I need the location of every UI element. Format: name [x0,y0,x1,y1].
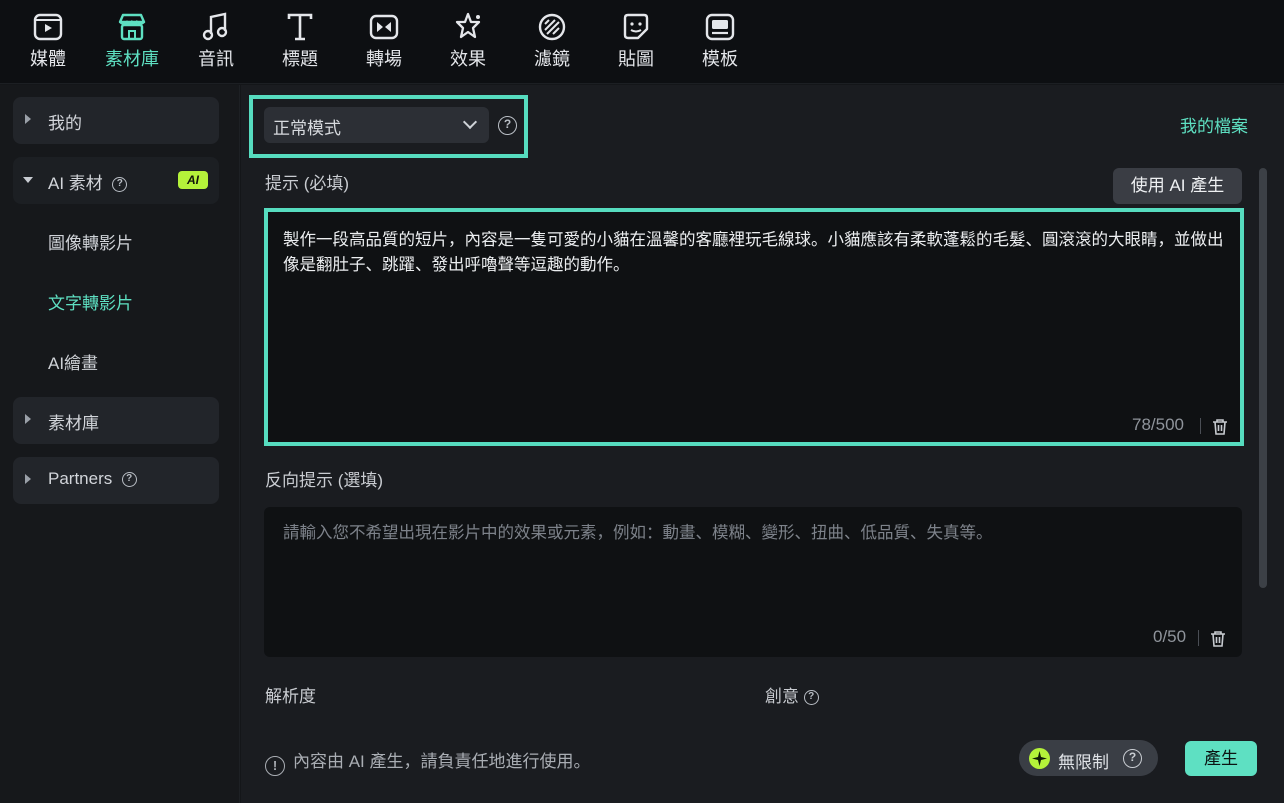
ai-generate-button[interactable]: 使用 AI 產生 [1113,168,1242,204]
mode-select[interactable]: 正常模式 [264,107,489,143]
sidebar-item-ai-assets[interactable]: AI 素材 ? AI [13,157,219,204]
unlimited-credits-button[interactable]: 無限制 ? [1019,740,1158,776]
sidebar-item-label: AI 素材 ? [48,169,128,194]
footer-note-text: 內容由 AI 產生，請負責任地進行使用。 [293,752,591,771]
help-icon[interactable]: ? [803,690,819,706]
my-files-link[interactable]: 我的檔案 [1180,112,1248,137]
filter-icon [538,13,566,41]
sidebar-item-label: Partners ? [48,469,137,489]
sidebar-item-label: 我的 [48,114,82,133]
trash-icon[interactable] [1212,418,1228,435]
sidebar-item-my[interactable]: 我的 [13,97,219,144]
unlimited-label: 無限制 [1058,753,1109,772]
sparkle-icon [1029,748,1050,769]
footer-note: ! 內容由 AI 產生，請負責任地進行使用。 [265,747,591,776]
tab-title[interactable]: 標題 [265,10,335,76]
sidebar-item-image-to-video[interactable]: 圖像轉影片 [48,229,133,254]
tab-filter-label: 濾鏡 [534,49,570,69]
tab-template[interactable]: 模板 [685,10,755,76]
effects-icon [455,12,481,39]
negative-prompt-label: 反向提示 (選填) [265,471,384,490]
mode-select-value: 正常模式 [273,119,341,138]
prompt-text[interactable]: 製作一段高品質的短片，內容是一隻可愛的小貓在溫馨的客廳裡玩毛線球。小貓應該有柔軟… [283,228,1228,278]
sidebar-item-label: 素材庫 [48,414,99,433]
sidebar: 我的 AI 素材 ? AI 圖像轉影片 文字轉影片 AI繪畫 素材庫 Partn… [0,85,240,803]
tab-media[interactable]: 媒體 [13,10,83,76]
negative-prompt-textarea[interactable]: 請輸入您不希望出現在影片中的效果或元素，例如：動畫、模糊、變形、扭曲、低品質、失… [264,507,1242,657]
top-toolbar: 媒體 素材庫 音訊 標題 轉場 效果 濾鏡 貼圖 模板 [0,0,1284,84]
tab-filter[interactable]: 濾鏡 [517,10,587,76]
divider [1200,418,1201,434]
tab-effects-label: 效果 [450,49,486,69]
main-panel: 正常模式 ? 我的檔案 提示 (必填) 使用 AI 產生 製作一段高品質的短片，… [241,85,1284,803]
chevron-right-icon [25,114,31,124]
generate-button[interactable]: 產生 [1185,741,1257,776]
tab-template-label: 模板 [702,49,738,69]
mode-help-icon[interactable]: ? [498,116,517,135]
tab-audio-label: 音訊 [198,49,234,69]
sidebar-item-partners[interactable]: Partners ? [13,457,219,504]
ai-assets-text: AI 素材 [48,174,103,193]
sidebar-item-text-to-video[interactable]: 文字轉影片 [48,289,133,314]
tab-store[interactable]: 素材庫 [97,10,167,76]
sidebar-item-library[interactable]: 素材庫 [13,397,219,444]
transition-icon [369,14,399,40]
tab-effects[interactable]: 效果 [433,10,503,76]
partners-text: Partners [48,469,113,488]
creativity-label: 創意 ? [765,682,819,707]
tab-store-label: 素材庫 [105,49,159,69]
divider [1198,630,1199,646]
chevron-down-icon [23,177,33,183]
tab-sticker[interactable]: 貼圖 [601,10,671,76]
tab-title-label: 標題 [282,49,318,69]
tab-transition[interactable]: 轉場 [349,10,419,76]
store-icon [118,13,146,41]
negative-char-count: 0/50 [1153,627,1187,646]
chevron-down-icon [462,114,478,130]
creativity-text: 創意 [765,687,799,706]
info-icon: ! [265,756,285,776]
help-icon[interactable]: ? [121,472,137,488]
help-icon[interactable]: ? [112,177,128,193]
resolution-label: 解析度 [265,687,316,706]
chevron-right-icon [25,474,31,484]
tab-sticker-label: 貼圖 [618,49,654,69]
sticker-icon [623,13,649,40]
help-icon[interactable]: ? [1123,749,1142,768]
chevron-right-icon [25,414,31,424]
tab-media-label: 媒體 [30,49,66,69]
negative-prompt-placeholder: 請輸入您不希望出現在影片中的效果或元素，例如：動畫、模糊、變形、扭曲、低品質、失… [283,524,993,542]
ai-badge: AI [178,171,208,189]
tab-audio[interactable]: 音訊 [181,10,251,76]
prompt-label: 提示 (必填) [265,174,350,193]
music-icon [202,12,228,41]
sidebar-item-ai-painting[interactable]: AI繪畫 [48,349,98,374]
prompt-char-count: 78/500 [1132,415,1184,434]
title-icon [287,13,313,41]
prompt-textarea[interactable]: 製作一段高品質的短片，內容是一隻可愛的小貓在溫馨的客廳裡玩毛線球。小貓應該有柔軟… [264,208,1244,446]
template-icon [705,13,735,41]
tab-transition-label: 轉場 [366,49,402,69]
scrollbar-thumb[interactable] [1259,168,1267,588]
media-icon [33,13,63,41]
trash-icon[interactable] [1210,630,1226,647]
